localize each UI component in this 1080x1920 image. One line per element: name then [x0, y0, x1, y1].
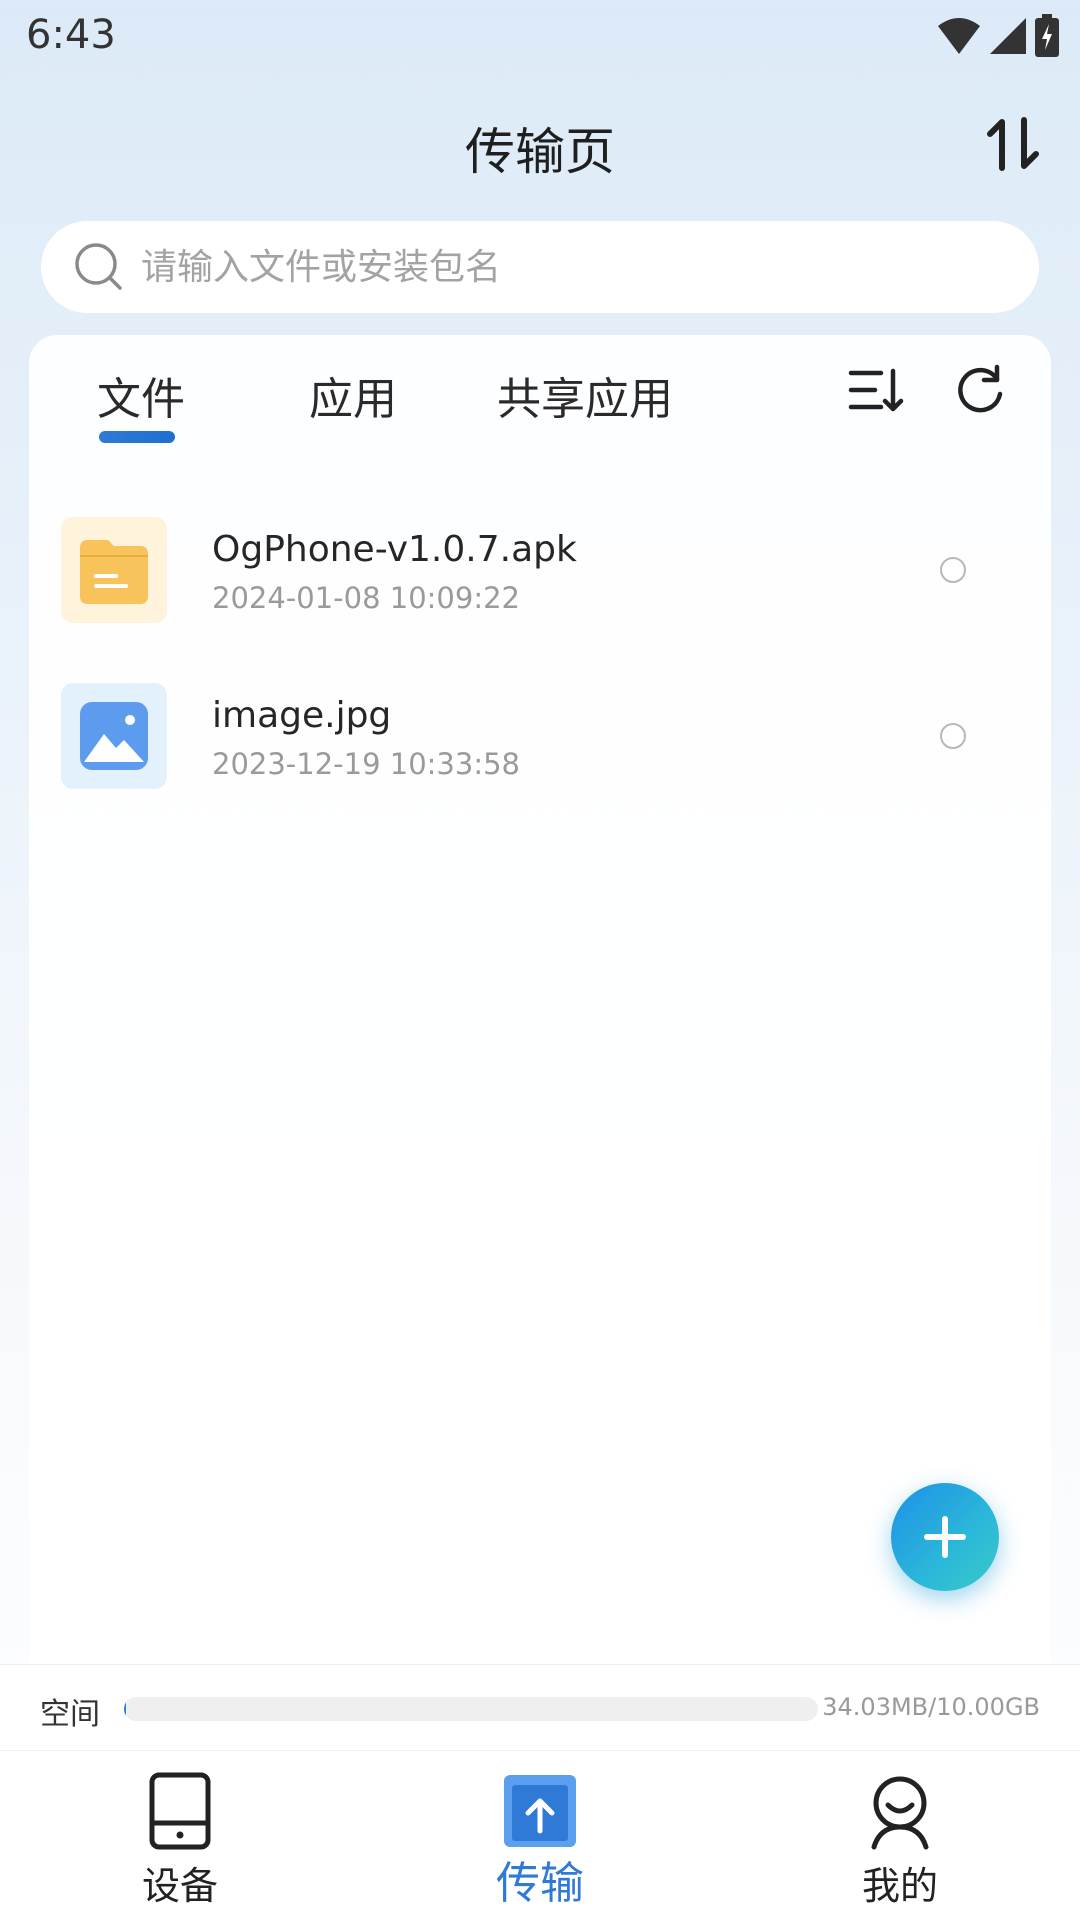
file-name: image.jpg: [212, 695, 392, 736]
storage-value: 34.03MB/10.00GB: [822, 1693, 1040, 1721]
folder-icon: [80, 540, 148, 604]
nav-item-devices[interactable]: 设备: [80, 1751, 280, 1920]
file-thumbnail: [61, 517, 167, 623]
file-row[interactable]: image.jpg 2023-12-19 10:33:58: [29, 683, 1051, 793]
tab-apps[interactable]: 应用: [309, 363, 397, 427]
file-date: 2024-01-08 10:09:22: [212, 581, 520, 615]
tab-indicator: [99, 431, 175, 443]
search-bar[interactable]: [41, 221, 1039, 313]
image-icon: [80, 702, 148, 770]
status-bar: 6:43: [0, 0, 1080, 72]
storage-label: 空间: [40, 1697, 100, 1732]
transfer-toggle-button[interactable]: [984, 114, 1044, 174]
nav-item-mine[interactable]: 我的: [800, 1751, 1000, 1920]
add-file-button[interactable]: [891, 1483, 999, 1591]
sort-button[interactable]: [847, 365, 905, 415]
swap-vertical-icon: [987, 117, 1039, 171]
search-icon: [75, 243, 122, 290]
search-input[interactable]: [141, 246, 961, 288]
nav-label-mine: 我的: [861, 1864, 938, 1908]
nav-label-devices: 设备: [141, 1864, 218, 1908]
tab-files[interactable]: 文件: [97, 363, 185, 427]
profile-icon: [871, 1776, 929, 1850]
plus-icon: [924, 1516, 966, 1558]
file-name: OgPhone-v1.0.7.apk: [212, 529, 577, 570]
nav-label-transfer: 传输: [496, 1858, 584, 1909]
refresh-icon: [958, 364, 1003, 413]
page-title: 传输页: [465, 123, 615, 181]
file-thumbnail: [61, 683, 167, 789]
upload-icon: [504, 1775, 576, 1847]
wifi-icon: [938, 18, 980, 54]
sort-icon: [848, 368, 904, 412]
signal-icon: [990, 18, 1026, 54]
status-time: 6:43: [26, 12, 116, 58]
file-panel: 文件 应用 共享应用 OgPhone-v1.0.7.apk 2024-01-08…: [29, 335, 1051, 1665]
file-row[interactable]: OgPhone-v1.0.7.apk 2024-01-08 10:09:22: [29, 517, 1051, 627]
storage-bar: 空间 34.03MB/10.00GB: [0, 1664, 1080, 1748]
bottom-nav: 设备 传输 我的: [0, 1750, 1080, 1920]
file-select-radio[interactable]: [940, 723, 966, 749]
tab-shared-apps[interactable]: 共享应用: [497, 363, 673, 427]
storage-progress-fill: [124, 1697, 127, 1721]
storage-progress-track: [124, 1697, 818, 1721]
file-select-radio[interactable]: [940, 557, 966, 583]
status-icons: [936, 14, 1060, 58]
tablet-icon: [149, 1772, 211, 1850]
file-date: 2023-12-19 10:33:58: [212, 747, 520, 781]
nav-item-transfer[interactable]: 传输: [440, 1751, 640, 1920]
refresh-button[interactable]: [953, 363, 1007, 417]
battery-charging-icon: [1035, 14, 1059, 57]
